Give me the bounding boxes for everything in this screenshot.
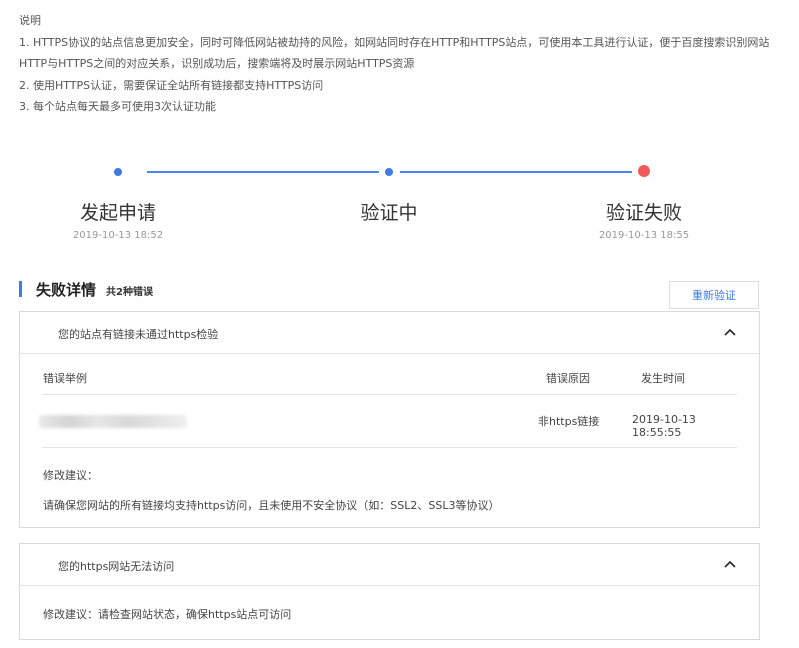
error-count: 共2种错误 xyxy=(106,286,153,298)
step-connector-2 xyxy=(400,171,632,173)
reverify-button[interactable]: 重新验证 xyxy=(669,281,759,309)
column-error-reason: 错误原因 xyxy=(546,372,590,385)
suggestion-text: 请确保您网站的所有链接均支持https访问，且未使用不安全协议（如：SSL2、S… xyxy=(43,499,500,512)
step-dot-verifying xyxy=(385,168,393,176)
step-title-verifying: 验证中 xyxy=(360,202,418,224)
error-time-cell: 2019-10-13 18:55:55 xyxy=(632,413,696,439)
error-panel-links: 您的站点有链接未通过https检验 错误举例 错误原因 发生时间 非https链… xyxy=(19,311,760,528)
error-panel-links-title: 您的站点有链接未通过https检验 xyxy=(58,328,219,341)
failure-header: 失败详情 共2种错误 xyxy=(19,280,153,299)
step-connector-1 xyxy=(147,171,379,173)
error-panel-links-header[interactable]: 您的站点有链接未通过https检验 xyxy=(20,312,759,354)
divider xyxy=(42,447,737,448)
error-panel-access-title: 您的https网站无法访问 xyxy=(58,560,175,573)
instruction-line-1-cont: HTTP与HTTPS之间的对应关系，识别成功后，搜索端将及时展示网站HTTPS资… xyxy=(19,57,415,71)
step-time-failed: 2019-10-13 18:55 xyxy=(598,230,690,241)
instructions: 说明 1. HTTPS协议的站点信息更加安全，同时可降低网站被劫持的风险，如网站… xyxy=(19,10,789,118)
instructions-heading: 说明 xyxy=(19,14,41,27)
section-marker xyxy=(19,281,22,297)
chevron-up-icon[interactable] xyxy=(723,325,737,339)
blurred-url xyxy=(39,415,187,428)
instruction-line-2: 2. 使用HTTPS认证，需要保证全站所有链接都支持HTTPS访问 xyxy=(19,78,324,92)
table-row: 非https链接 2019-10-13 18:55:55 xyxy=(39,413,736,439)
error-table-header: 错误举例 错误原因 发生时间 xyxy=(43,370,736,394)
step-dot-submitted xyxy=(114,168,122,176)
divider xyxy=(42,394,737,395)
access-suggestion-text: 修改建议：请检查网站状态，确保https站点可访问 xyxy=(43,608,292,621)
suggestion-label: 修改建议： xyxy=(43,469,98,482)
step-dot-failed xyxy=(638,165,650,177)
chevron-up-icon[interactable] xyxy=(723,557,737,571)
failure-title: 失败详情 xyxy=(36,280,97,299)
column-occurred-time: 发生时间 xyxy=(641,372,685,385)
error-reason-cell: 非https链接 xyxy=(538,415,600,428)
step-title-submitted: 发起申请 xyxy=(79,202,156,224)
step-time-submitted: 2019-10-13 18:52 xyxy=(72,230,164,241)
instruction-line-3: 3. 每个站点每天最多可使用3次认证功能 xyxy=(19,100,216,114)
error-panel-access: 您的https网站无法访问 修改建议：请检查网站状态，确保https站点可访问 xyxy=(19,543,760,640)
error-panel-access-header[interactable]: 您的https网站无法访问 xyxy=(20,544,759,586)
step-title-failed: 验证失败 xyxy=(605,202,682,224)
column-error-example: 错误举例 xyxy=(43,372,87,385)
instruction-line-1: 1. HTTPS协议的站点信息更加安全，同时可降低网站被劫持的风险，如网站同时存… xyxy=(19,35,770,49)
